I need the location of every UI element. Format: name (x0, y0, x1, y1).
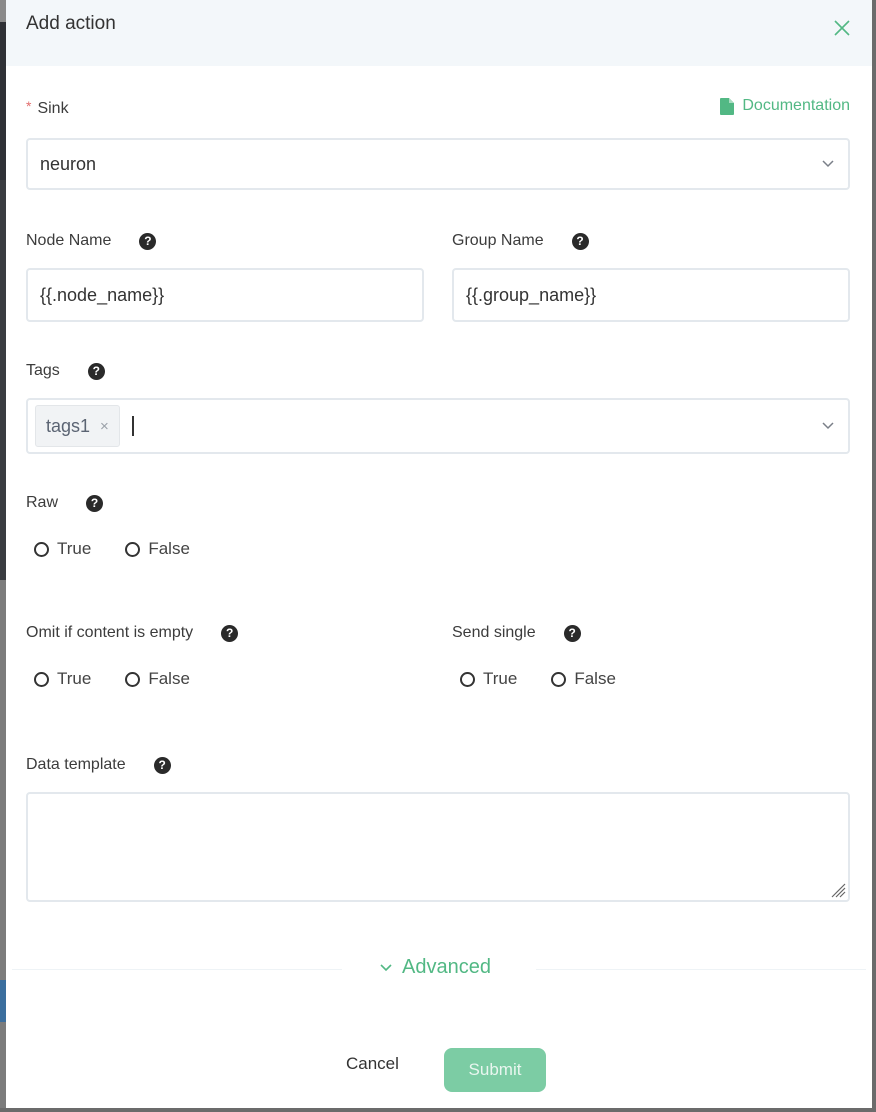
data-template-label: Data template ? (26, 756, 171, 774)
help-icon[interactable]: ? (139, 232, 157, 250)
raw-label: Raw ? (26, 494, 104, 512)
remove-tag-icon[interactable]: × (100, 418, 109, 435)
text-cursor (131, 416, 134, 436)
add-action-drawer: Add action * Sink Documentation neuron N… (6, 0, 872, 1108)
drawer-title: Add action (26, 13, 116, 34)
cancel-button[interactable]: Cancel (346, 1054, 399, 1074)
close-icon (834, 20, 850, 36)
node-name-label: Node Name ? (26, 232, 157, 250)
omit-if-empty-false-radio[interactable]: False (125, 669, 190, 689)
send-single-false-radio[interactable]: False (551, 669, 616, 689)
documentation-link-label: Documentation (742, 97, 850, 114)
advanced-toggle[interactable]: Advanced (380, 956, 491, 979)
send-single-label-text: Send single (452, 624, 536, 641)
node-name-input[interactable]: {{.node_name}} (26, 268, 424, 322)
raw-radio-group: True False (34, 539, 224, 559)
group-name-value: {{.group_name}} (466, 284, 597, 305)
sink-select[interactable]: neuron (26, 138, 850, 190)
tags-label: Tags ? (26, 362, 105, 380)
radio-label: True (483, 669, 518, 688)
resize-handle-icon[interactable] (826, 878, 846, 898)
required-marker: * (26, 98, 32, 114)
close-button[interactable] (832, 18, 852, 38)
raw-false-radio[interactable]: False (125, 539, 190, 559)
chevron-down-icon (380, 963, 392, 971)
chevron-down-icon (822, 422, 834, 430)
drawer-header: Add action (6, 0, 872, 66)
divider (536, 969, 866, 970)
omit-if-empty-true-radio[interactable]: True (34, 669, 91, 689)
radio-label: False (148, 669, 190, 688)
raw-true-radio[interactable]: True (34, 539, 91, 559)
help-icon[interactable]: ? (153, 756, 171, 774)
help-icon[interactable]: ? (571, 232, 589, 250)
divider (12, 969, 342, 970)
data-template-label-text: Data template (26, 756, 126, 773)
radio-label: False (574, 669, 616, 688)
tag-chip: tags1 × (35, 405, 120, 447)
node-name-label-text: Node Name (26, 232, 112, 249)
data-template-textarea[interactable] (26, 792, 850, 902)
documentation-link[interactable]: Documentation (720, 97, 850, 115)
raw-label-text: Raw (26, 494, 59, 511)
radio-label: False (148, 539, 190, 558)
sink-label-text: Sink (37, 100, 69, 117)
group-name-input[interactable]: {{.group_name}} (452, 268, 850, 322)
submit-button[interactable]: Submit (444, 1048, 546, 1092)
tags-label-text: Tags (26, 362, 60, 379)
backdrop-right (872, 0, 876, 1112)
omit-if-empty-label: Omit if content is empty ? (26, 624, 239, 642)
chevron-down-icon (822, 160, 834, 168)
help-icon[interactable]: ? (87, 362, 105, 380)
send-single-radio-group: True False (460, 669, 650, 689)
sink-label: * Sink (26, 98, 69, 118)
group-name-label-text: Group Name (452, 232, 544, 249)
node-name-value: {{.node_name}} (40, 284, 165, 305)
sink-value: neuron (40, 153, 97, 174)
send-single-label: Send single ? (452, 624, 581, 642)
tags-select[interactable]: tags1 × (26, 398, 850, 454)
advanced-label: Advanced (402, 956, 491, 978)
backdrop-bottom (0, 1108, 876, 1112)
file-icon (720, 97, 735, 115)
group-name-label: Group Name ? (452, 232, 589, 250)
omit-if-empty-label-text: Omit if content is empty (26, 624, 194, 641)
help-icon[interactable]: ? (86, 494, 104, 512)
send-single-true-radio[interactable]: True (460, 669, 517, 689)
help-icon[interactable]: ? (563, 624, 581, 642)
help-icon[interactable]: ? (221, 624, 239, 642)
radio-label: True (57, 539, 92, 558)
omit-if-empty-radio-group: True False (34, 669, 224, 689)
radio-label: True (57, 669, 92, 688)
tag-chip-label: tags1 (46, 415, 91, 436)
